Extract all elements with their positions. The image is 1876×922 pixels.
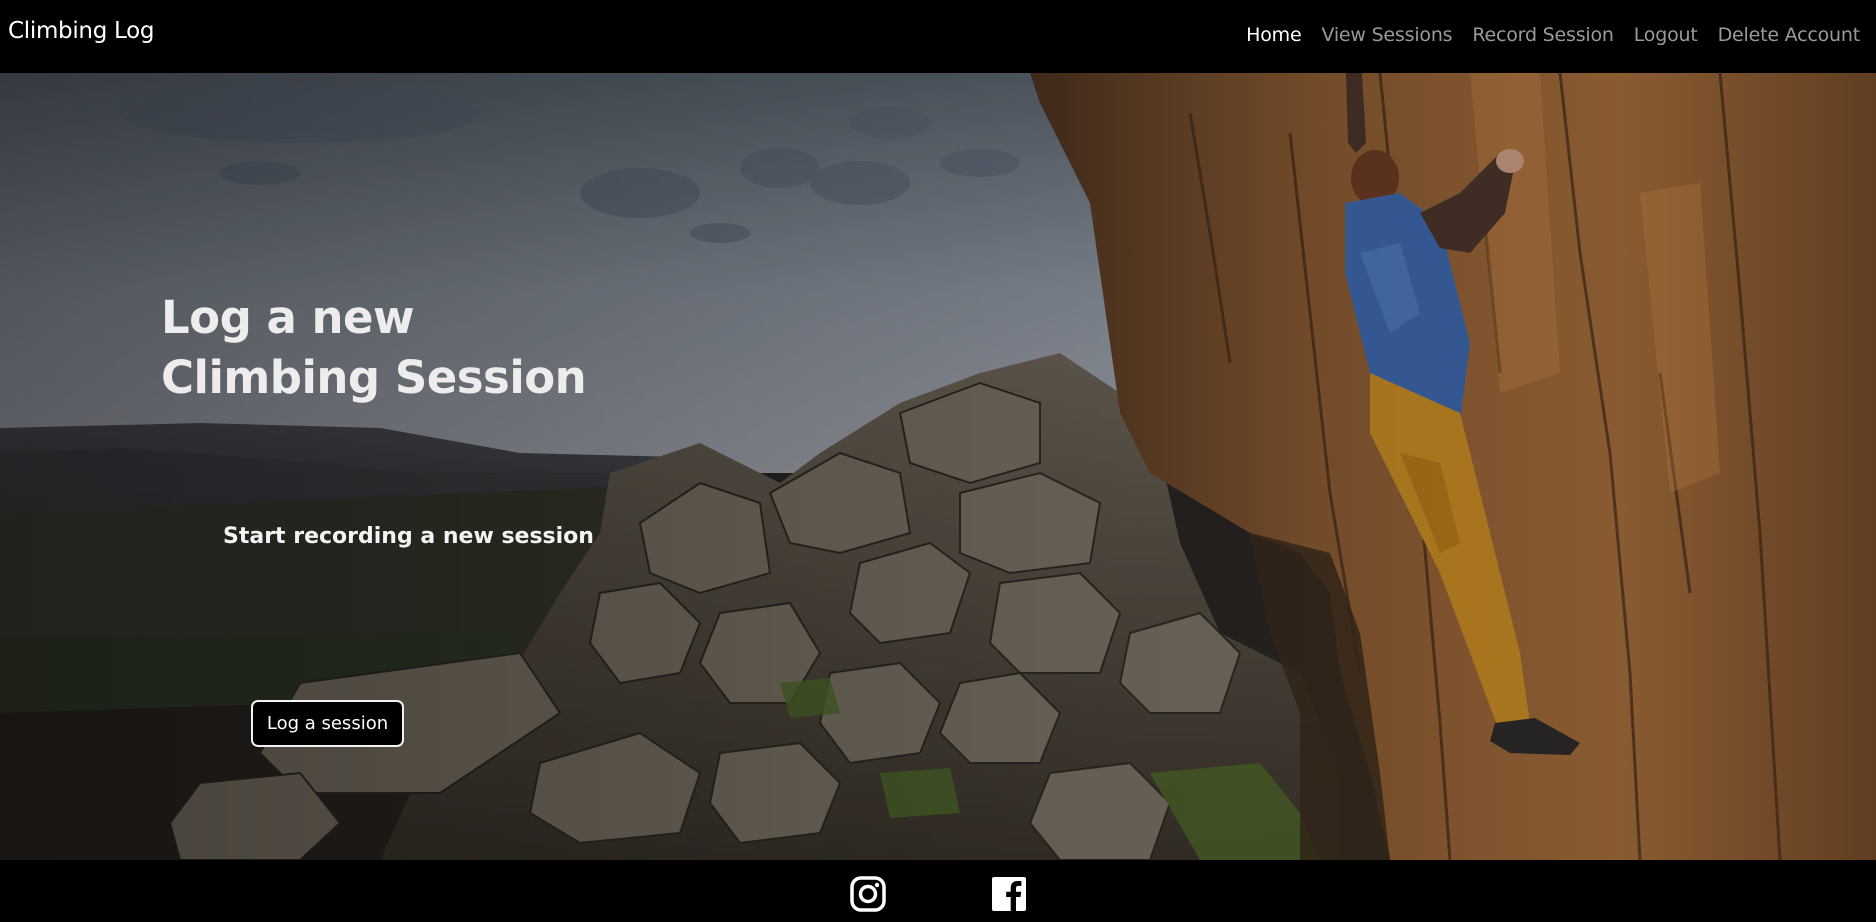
nav-home[interactable]: Home (1246, 24, 1302, 46)
instagram-link[interactable] (850, 876, 886, 912)
hero-title: Log a new Climbing Session (161, 288, 761, 408)
log-session-button[interactable]: Log a session (251, 700, 404, 747)
facebook-icon (992, 877, 1026, 911)
nav-logout[interactable]: Logout (1634, 24, 1698, 46)
hero-title-line-1: Log a new (161, 291, 415, 344)
facebook-link[interactable] (991, 876, 1027, 912)
instagram-icon (850, 876, 886, 912)
hero-title-line-2: Climbing Session (161, 351, 587, 404)
nav-menu: Home View Sessions Record Session Logout… (1246, 24, 1860, 46)
nav-view-sessions[interactable]: View Sessions (1321, 24, 1452, 46)
hero-section: Log a new Climbing Session Start recordi… (0, 73, 1876, 860)
nav-delete-account[interactable]: Delete Account (1718, 24, 1861, 46)
footer (0, 860, 1876, 922)
hero-subtitle: Start recording a new session (223, 524, 594, 549)
brand-logo-link[interactable]: Climbing Log (8, 18, 155, 44)
navbar: Climbing Log Home View Sessions Record S… (0, 0, 1876, 73)
nav-record-session[interactable]: Record Session (1472, 24, 1614, 46)
